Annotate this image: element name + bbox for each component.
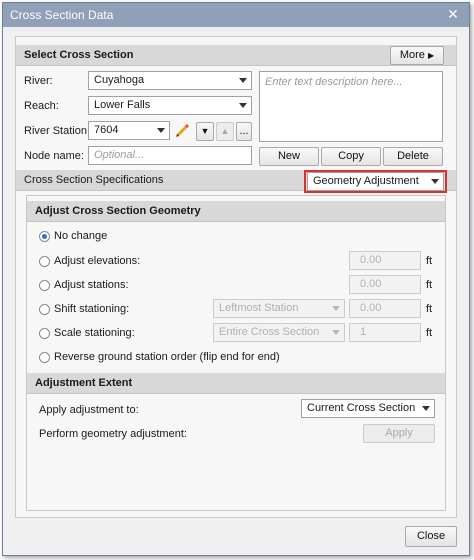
specification-mode-value: Geometry Adjustment bbox=[313, 175, 419, 187]
node-name-input[interactable]: Optional... bbox=[88, 146, 252, 165]
river-station-label: River Station: bbox=[24, 125, 91, 137]
station-up-button[interactable]: ▲ bbox=[216, 122, 234, 141]
shift-mode-value: Leftmost Station bbox=[219, 302, 299, 314]
perform-adjustment-label: Perform geometry adjustment: bbox=[39, 428, 187, 440]
shift-stationing-value: 0.00 bbox=[360, 302, 382, 314]
shift-stationing-label: Shift stationing: bbox=[54, 303, 130, 315]
node-name-placeholder: Optional... bbox=[94, 149, 145, 161]
elevations-unit: ft bbox=[426, 255, 433, 267]
specification-mode-select[interactable]: Geometry Adjustment bbox=[307, 172, 444, 191]
reach-value: Lower Falls bbox=[94, 99, 151, 111]
adjust-elevations-input[interactable]: 0.00 bbox=[349, 251, 421, 270]
apply-to-value: Current Cross Section bbox=[307, 402, 416, 414]
chevron-down-icon bbox=[332, 306, 340, 311]
river-select[interactable]: Cuyahoga bbox=[88, 71, 252, 90]
new-button[interactable]: New bbox=[259, 147, 319, 166]
chevron-down-icon bbox=[332, 330, 340, 335]
cross-section-specifications-title: Cross Section Specifications bbox=[24, 174, 164, 186]
triangle-down-icon: ▼ bbox=[200, 126, 210, 136]
adjust-stations-label: Adjust stations: bbox=[54, 279, 129, 291]
scale-stationing-input[interactable]: 1 bbox=[349, 323, 421, 342]
adjustment-extent-title: Adjustment Extent bbox=[35, 377, 133, 389]
window-title: Cross Section Data bbox=[10, 8, 114, 22]
adjust-stations-radio[interactable] bbox=[39, 280, 50, 291]
adjust-stations-input[interactable]: 0.00 bbox=[349, 275, 421, 294]
play-right-icon: ▶ bbox=[427, 51, 435, 60]
river-station-value: 7604 bbox=[94, 124, 119, 136]
shift-stationing-input[interactable]: 0.00 bbox=[349, 299, 421, 318]
close-button[interactable]: Close bbox=[405, 526, 457, 547]
no-change-label: No change bbox=[54, 230, 108, 242]
river-station-select[interactable]: 7604 bbox=[88, 121, 170, 140]
chevron-down-icon bbox=[422, 406, 430, 411]
apply-to-label: Apply adjustment to: bbox=[39, 404, 139, 416]
title-bar[interactable]: Cross Section Data ✕ bbox=[3, 3, 469, 27]
shift-mode-select[interactable]: Leftmost Station bbox=[213, 299, 345, 318]
adjust-geometry-header: Adjust Cross Section Geometry bbox=[27, 201, 445, 222]
description-placeholder: Enter text description here... bbox=[265, 76, 403, 88]
adjustment-extent-header: Adjustment Extent bbox=[27, 373, 445, 394]
close-icon[interactable]: ✕ bbox=[445, 6, 461, 22]
reverse-order-label: Reverse ground station order (flip end f… bbox=[54, 351, 280, 363]
shift-stationing-radio[interactable] bbox=[39, 304, 50, 315]
scale-unit: ft bbox=[426, 327, 433, 339]
chevron-down-icon bbox=[239, 103, 247, 108]
apply-button[interactable]: Apply bbox=[363, 424, 435, 443]
scale-mode-select[interactable]: Entire Cross Section bbox=[213, 323, 345, 342]
scale-mode-value: Entire Cross Section bbox=[219, 326, 320, 338]
node-name-label: Node name: bbox=[24, 150, 84, 162]
more-label: More bbox=[399, 49, 425, 61]
scale-stationing-label: Scale stationing: bbox=[54, 327, 135, 339]
reach-select[interactable]: Lower Falls bbox=[88, 96, 252, 115]
station-down-button[interactable]: ▼ bbox=[196, 122, 214, 141]
adjust-elevations-radio[interactable] bbox=[39, 256, 50, 267]
delete-button[interactable]: Delete bbox=[383, 147, 443, 166]
reverse-order-radio[interactable] bbox=[39, 352, 50, 363]
cross-section-data-window: Cross Section Data ✕ Select Cross Sectio… bbox=[2, 2, 470, 556]
scale-stationing-value: 1 bbox=[360, 326, 367, 338]
triangle-up-icon: ▲ bbox=[220, 126, 230, 136]
chevron-down-icon bbox=[239, 78, 247, 83]
adjust-elevations-label: Adjust elevations: bbox=[54, 255, 141, 267]
main-panel: Select Cross Section More ▶ River: Cuyah… bbox=[15, 36, 457, 518]
river-value: Cuyahoga bbox=[94, 74, 145, 86]
chevron-down-icon bbox=[431, 179, 439, 184]
adjust-geometry-title: Adjust Cross Section Geometry bbox=[35, 205, 201, 217]
adjust-elevations-value: 0.00 bbox=[360, 254, 382, 266]
select-cross-section-title: Select Cross Section bbox=[24, 49, 134, 61]
adjust-stations-value: 0.00 bbox=[360, 278, 382, 290]
scale-stationing-radio[interactable] bbox=[39, 328, 50, 339]
reach-label: Reach: bbox=[24, 100, 59, 112]
description-textarea[interactable]: Enter text description here... bbox=[259, 71, 443, 142]
river-label: River: bbox=[24, 75, 53, 87]
more-button[interactable]: More ▶ bbox=[390, 46, 444, 65]
no-change-radio[interactable] bbox=[39, 231, 50, 242]
edit-pencil-icon[interactable] bbox=[173, 121, 192, 140]
shift-unit: ft bbox=[426, 303, 433, 315]
stations-unit: ft bbox=[426, 279, 433, 291]
browse-button[interactable]: ... bbox=[236, 122, 252, 141]
apply-to-select[interactable]: Current Cross Section bbox=[301, 399, 435, 418]
copy-button[interactable]: Copy bbox=[321, 147, 381, 166]
geometry-adjustment-panel: Adjust Cross Section Geometry No change … bbox=[26, 195, 446, 511]
chevron-down-icon bbox=[157, 128, 165, 133]
